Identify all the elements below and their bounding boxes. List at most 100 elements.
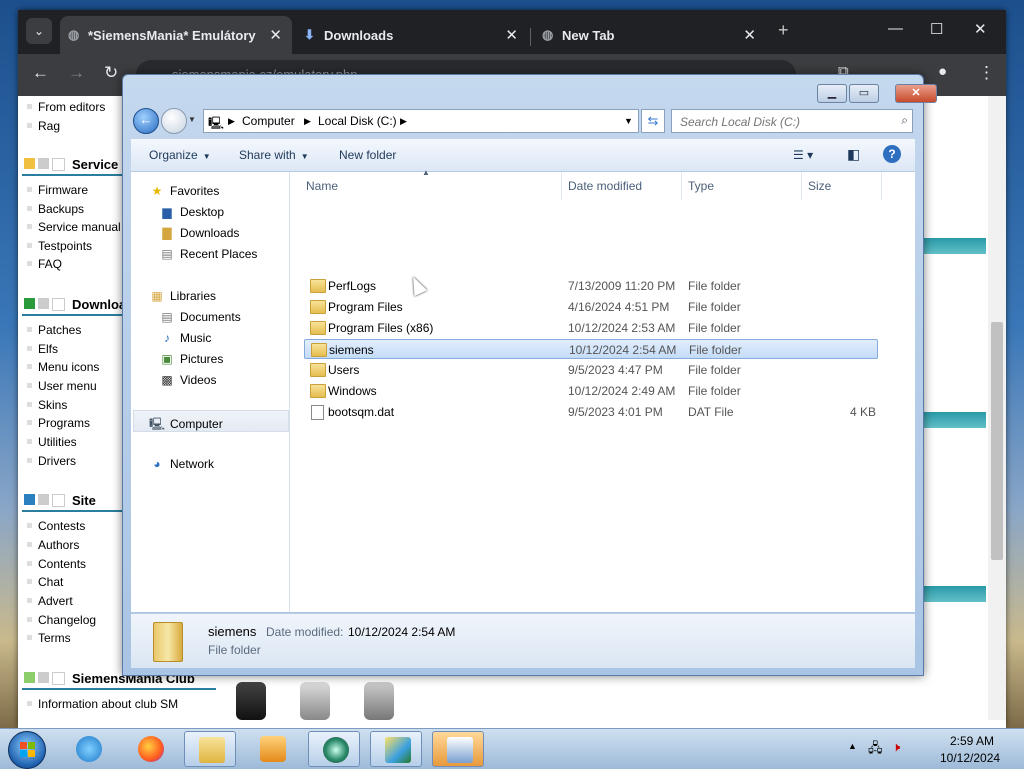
tab-search-button[interactable]: ⌄: [26, 18, 52, 44]
profile-icon[interactable]: ●: [938, 63, 947, 80]
page-link[interactable]: FAQ: [26, 257, 62, 271]
nav-libraries[interactable]: ▦ Libraries: [149, 289, 216, 303]
menu-icon[interactable]: ⋮: [978, 63, 995, 83]
back-button[interactable]: ←: [133, 108, 159, 134]
page-link[interactable]: Advert: [27, 594, 73, 608]
nav-downloads[interactable]: ▇ Downloads: [159, 226, 239, 240]
chevron-right-icon[interactable]: ▶: [228, 116, 235, 127]
recent-pages-dropdown[interactable]: ▼: [188, 115, 196, 124]
tab-downloads[interactable]: ⬇ Downloads ✕: [296, 16, 528, 54]
page-link[interactable]: Changelog: [26, 613, 96, 627]
search-input[interactable]: [678, 112, 887, 132]
address-dropdown-icon[interactable]: ▼: [624, 116, 633, 126]
nav-videos[interactable]: ▩ Videos: [159, 373, 216, 387]
page-link[interactable]: Patches: [26, 323, 81, 337]
tab-new-tab[interactable]: ◍ New Tab ✕: [534, 16, 766, 54]
minimize-button[interactable]: ▁: [817, 84, 847, 103]
page-link[interactable]: Rag: [26, 119, 60, 133]
help-icon[interactable]: ?: [883, 145, 901, 163]
close-tab-icon[interactable]: ✕: [505, 26, 518, 44]
breadcrumb-computer[interactable]: Computer: [242, 114, 295, 128]
refresh-button[interactable]: ⇆: [641, 109, 665, 133]
file-row-program-files-x86[interactable]: Program Files (x86) 10/12/2024 2:53 AM Fil…: [304, 318, 878, 338]
column-header-name[interactable]: Name: [300, 172, 562, 200]
chevron-right-icon[interactable]: ▶: [304, 116, 311, 127]
page-link[interactable]: Information about club SM: [26, 697, 178, 711]
chrome-taskbar[interactable]: [308, 731, 360, 767]
page-scrollbar[interactable]: [988, 96, 1006, 720]
file-row-users[interactable]: Users 9/5/2023 4:47 PM File folder: [304, 360, 878, 380]
nav-network[interactable]: ◕ Network: [149, 457, 214, 471]
page-link[interactable]: Testpoints: [26, 239, 92, 253]
explorer-taskbar[interactable]: [184, 731, 236, 767]
breadcrumb-local-disk[interactable]: Local Disk (C:): [318, 114, 397, 128]
forward-icon[interactable]: →: [68, 63, 85, 83]
forward-button[interactable]: [161, 108, 187, 134]
chevron-right-icon[interactable]: ▶: [400, 116, 407, 127]
page-link[interactable]: Contents: [26, 557, 86, 571]
page-link[interactable]: Chat: [26, 575, 63, 589]
page-link[interactable]: Drivers: [27, 454, 76, 468]
firefox-taskbar[interactable]: [124, 731, 176, 767]
nav-desktop[interactable]: ▆ Desktop: [159, 205, 224, 219]
new-tab-button[interactable]: +: [778, 20, 789, 41]
page-link[interactable]: Utilities: [27, 435, 77, 449]
column-header-size[interactable]: Size: [802, 172, 882, 200]
file-row-program-files[interactable]: Program Files 4/16/2024 4:51 PM File folde…: [304, 297, 878, 317]
close-button[interactable]: ✕: [895, 84, 937, 103]
installer-taskbar[interactable]: [370, 731, 422, 767]
minimize-icon[interactable]: —: [888, 20, 903, 37]
nav-computer[interactable]: 🖳 Computer: [149, 415, 223, 436]
nav-recent-places[interactable]: ▤ Recent Places: [159, 247, 257, 261]
reload-icon[interactable]: ↻: [104, 63, 118, 83]
maximize-icon[interactable]: ☐: [930, 20, 943, 38]
new-folder-button[interactable]: New folder: [339, 148, 396, 162]
tab-siemensmania[interactable]: ◍ *SiemensMania* Emulátory ✕: [60, 16, 292, 54]
start-button[interactable]: [8, 731, 46, 769]
page-link[interactable]: User menu: [27, 379, 97, 393]
column-header-date[interactable]: Date modified: [562, 172, 682, 200]
back-icon[interactable]: ←: [32, 63, 49, 83]
firefox-icon: [138, 736, 164, 762]
nav-documents[interactable]: ▤ Documents: [159, 310, 240, 324]
column-header-type[interactable]: Type: [682, 172, 802, 200]
page-link[interactable]: Contests: [26, 519, 85, 533]
organize-button[interactable]: Organize ▼: [149, 148, 211, 162]
emulator-taskbar[interactable]: [432, 731, 484, 767]
address-bar[interactable]: 🖳 ▶ Computer ▶ Local Disk (C:) ▶ ▼: [203, 109, 639, 133]
page-link[interactable]: Skins: [26, 398, 67, 412]
media-player-taskbar[interactable]: [246, 731, 298, 767]
speaker-muted-icon[interactable]: 🕨: [892, 739, 900, 755]
clock-time[interactable]: 2:59 AM: [950, 734, 994, 748]
close-tab-icon[interactable]: ✕: [743, 26, 756, 44]
preview-pane-icon[interactable]: ◧: [847, 146, 860, 163]
internet-explorer-taskbar[interactable]: [62, 731, 114, 767]
close-tab-icon[interactable]: ✕: [269, 26, 282, 44]
network-icon[interactable]: 🖧: [868, 739, 883, 761]
page-link[interactable]: From editors: [26, 100, 105, 114]
search-icon[interactable]: ⌕: [901, 113, 908, 128]
file-row-windows[interactable]: Windows 10/12/2024 2:49 AM File folder: [304, 381, 878, 401]
maximize-button[interactable]: ▭: [849, 84, 879, 103]
file-row-bootsqm[interactable]: bootsqm.dat 9/5/2023 4:01 PM DAT File 4 KB: [304, 402, 878, 422]
share-with-button[interactable]: Share with ▼: [239, 148, 309, 162]
nav-music[interactable]: ♪ Music: [159, 331, 211, 345]
page-link[interactable]: Backups: [26, 202, 84, 216]
page-link[interactable]: Menu icons: [26, 360, 99, 374]
scrollbar-thumb[interactable]: [991, 322, 1003, 560]
clock-date[interactable]: 10/12/2024: [940, 751, 1000, 765]
page-link[interactable]: Elfs: [26, 342, 58, 356]
show-hidden-icons[interactable]: ▲: [848, 741, 857, 751]
page-link[interactable]: Firmware: [27, 183, 88, 197]
nav-favorites[interactable]: ★ Favorites: [149, 184, 220, 198]
file-row-perflogs[interactable]: PerfLogs 7/13/2009 11:20 PM File folder: [304, 276, 878, 296]
computer-icon: 🖳: [149, 417, 166, 431]
page-link[interactable]: Programs: [26, 416, 90, 430]
view-options-icon[interactable]: ☰ ▾: [793, 148, 813, 162]
page-link[interactable]: Terms: [27, 631, 71, 645]
page-link[interactable]: Service manual: [27, 220, 121, 234]
close-window-icon[interactable]: ✕: [974, 20, 987, 38]
page-link[interactable]: Authors: [26, 538, 79, 552]
nav-pictures[interactable]: ▣ Pictures: [159, 352, 223, 366]
file-row-siemens[interactable]: siemens 10/12/2024 2:54 AM File folder: [304, 339, 878, 359]
